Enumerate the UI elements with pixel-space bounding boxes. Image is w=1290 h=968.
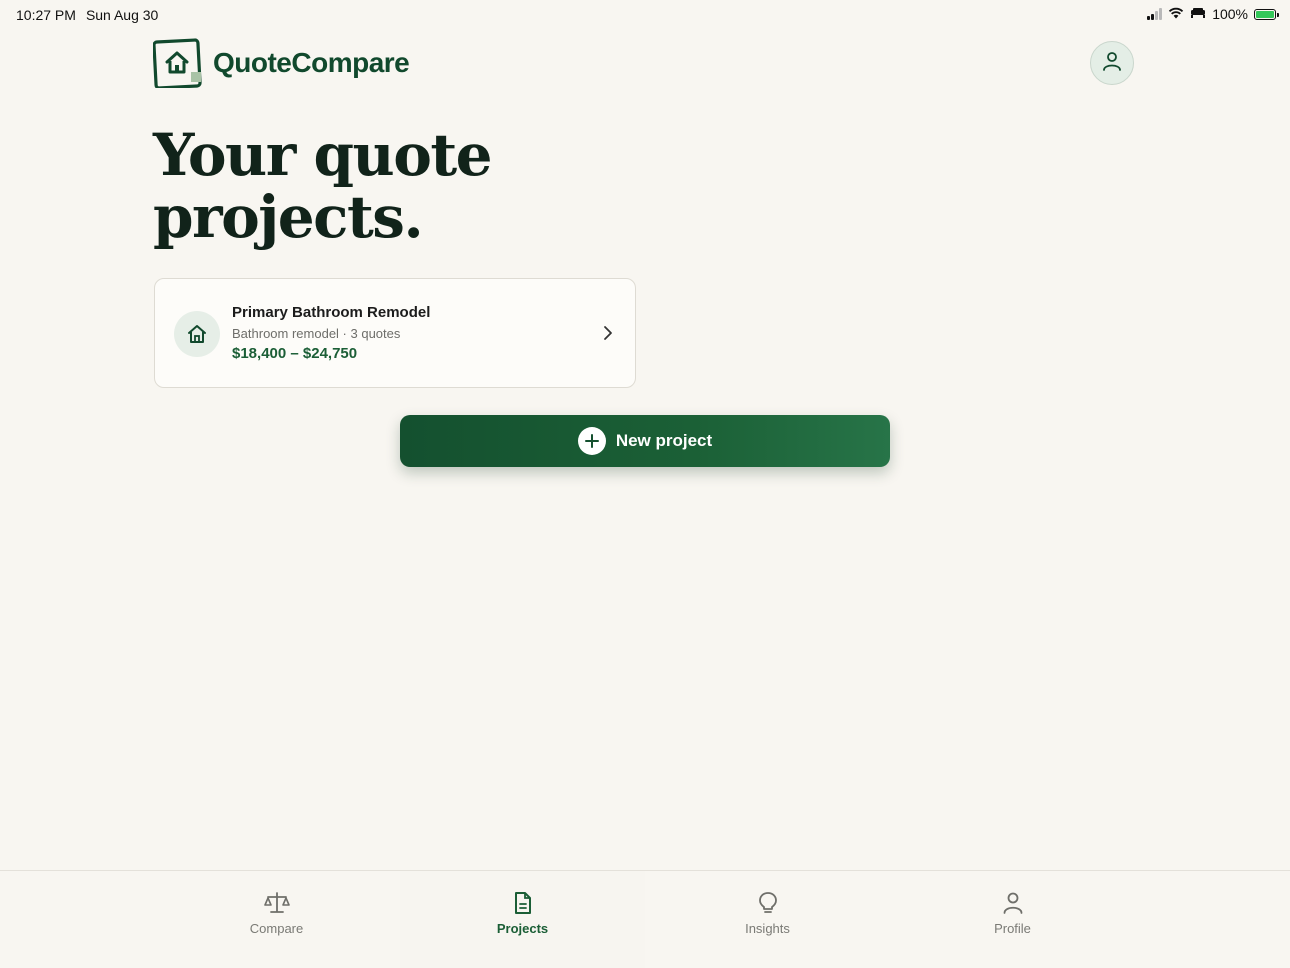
tab-label-profile: Profile bbox=[994, 921, 1031, 936]
status-left: 10:27 PM Sun Aug 30 bbox=[16, 7, 158, 23]
new-project-button[interactable]: New project bbox=[400, 415, 890, 467]
sleep-bed-icon bbox=[1190, 6, 1206, 22]
project-meta: Bathroom remodel · 3 quotes bbox=[232, 326, 401, 341]
status-bar: 10:27 PM Sun Aug 30 100% bbox=[0, 0, 1290, 32]
new-project-label: New project bbox=[615, 431, 713, 450]
status-right: 100% bbox=[1147, 6, 1279, 22]
project-title: Primary Bathroom Remodel bbox=[232, 304, 431, 321]
project-price-range: $18,400 – $24,750 bbox=[232, 345, 358, 362]
app-logo[interactable]: QuoteCompare bbox=[152, 38, 410, 90]
tab-label-compare: Compare bbox=[249, 921, 304, 936]
battery-percent: 100% bbox=[1212, 6, 1248, 22]
tab-label-projects: Projects bbox=[496, 921, 549, 936]
project-card[interactable]: Primary Bathroom Remodel Bathroom remode… bbox=[154, 278, 636, 388]
scale-icon bbox=[263, 891, 290, 918]
account-button[interactable] bbox=[1090, 41, 1134, 85]
page-title: Your quote projects. bbox=[153, 121, 493, 251]
tab-projects[interactable]: Projects bbox=[400, 871, 645, 968]
brand-name: QuoteCompare bbox=[213, 47, 410, 78]
chevron-right-icon bbox=[603, 325, 613, 346]
battery-icon bbox=[1254, 8, 1279, 20]
tab-compare[interactable]: Compare bbox=[154, 871, 399, 968]
person-icon bbox=[1002, 891, 1024, 918]
house-icon bbox=[174, 311, 220, 357]
user-icon bbox=[1101, 50, 1123, 77]
cellular-signal-icon bbox=[1147, 8, 1163, 20]
tab-insights[interactable]: Insights bbox=[645, 871, 890, 968]
status-time: 10:27 PM bbox=[16, 7, 76, 23]
lightbulb-icon bbox=[757, 891, 779, 918]
wifi-icon bbox=[1168, 6, 1184, 22]
plus-icon bbox=[577, 427, 606, 455]
tab-bar: Compare Projects Insights Profile bbox=[0, 870, 1290, 968]
house-logo-icon bbox=[152, 38, 203, 90]
document-icon bbox=[512, 891, 534, 918]
status-date: Sun Aug 30 bbox=[85, 7, 159, 23]
tab-profile[interactable]: Profile bbox=[890, 871, 1135, 968]
tab-label-insights: Insights bbox=[745, 921, 790, 936]
